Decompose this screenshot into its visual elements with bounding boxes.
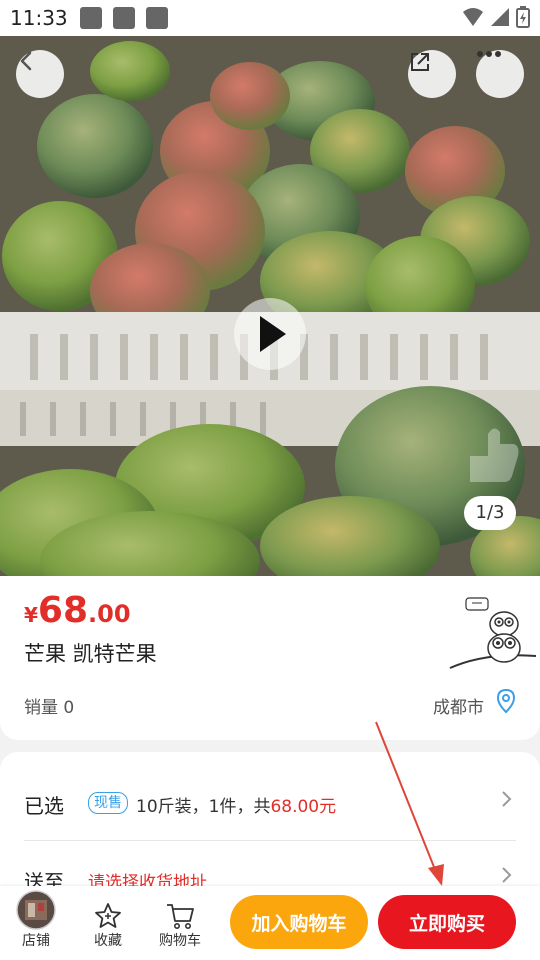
image-counter: 1/3 <box>464 496 516 530</box>
notification-icon <box>80 7 102 29</box>
product-image-carousel[interactable]: 1/3 <box>0 36 540 576</box>
favorite-button[interactable]: 收藏 <box>80 892 136 950</box>
star-icon <box>95 903 121 928</box>
sales-count: 销量 0 <box>24 698 75 718</box>
bottom-action-bar: 店铺 收藏 购物车 加入购物车 立即购买 <box>0 886 540 960</box>
selected-spec: 10斤装，1件，共68.00元 <box>136 792 336 817</box>
more-button[interactable] <box>476 50 524 98</box>
spec-total-price: 68.00元 <box>270 797 337 817</box>
product-title: 芒果 凯特芒果 <box>24 642 157 666</box>
buy-now-button[interactable]: 立即购买 <box>378 895 516 949</box>
more-dots-icon <box>477 51 501 57</box>
favorite-label: 收藏 <box>94 933 122 949</box>
selected-label: 已选 <box>24 794 64 818</box>
divider <box>24 840 516 841</box>
wifi-icon <box>463 8 483 26</box>
chevron-left-icon <box>20 51 32 71</box>
share-icon <box>411 53 429 71</box>
status-time: 11:33 <box>10 6 68 30</box>
back-button[interactable] <box>16 50 64 98</box>
chevron-right-icon <box>502 867 512 883</box>
battery-icon <box>516 6 530 28</box>
play-video-button[interactable] <box>234 298 306 370</box>
product-info-card: ¥68.00 芒果 凯特芒果 销量 0 成都市 <box>0 576 540 740</box>
price: ¥68.00 <box>24 590 131 631</box>
in-stock-badge: 现售 <box>88 792 128 814</box>
shopping-cart-icon <box>167 904 194 929</box>
store-button[interactable]: 店铺 <box>8 890 64 950</box>
chevron-right-icon <box>502 791 512 807</box>
status-indicators <box>462 6 530 28</box>
price-integer: 68 <box>37 590 89 631</box>
spec-text: 10斤装，1件，共 <box>136 797 271 817</box>
cart-label: 购物车 <box>159 933 201 949</box>
share-button[interactable] <box>408 50 456 98</box>
add-to-cart-button[interactable]: 加入购物车 <box>230 895 368 949</box>
location-pin-icon <box>496 688 516 714</box>
play-icon <box>260 316 286 352</box>
price-decimal: .00 <box>88 600 131 628</box>
owl-mascot-icon <box>449 597 537 669</box>
status-bar: 11:33 <box>0 0 540 36</box>
signal-icon <box>491 8 509 26</box>
store-label: 店铺 <box>22 933 50 949</box>
image-notification-icon <box>113 7 135 29</box>
store-avatar-icon <box>16 890 56 930</box>
cart-button[interactable]: 购物车 <box>152 892 208 950</box>
location-city: 成都市 <box>433 698 484 718</box>
notification-icon <box>146 7 168 29</box>
currency-symbol: ¥ <box>24 603 38 627</box>
